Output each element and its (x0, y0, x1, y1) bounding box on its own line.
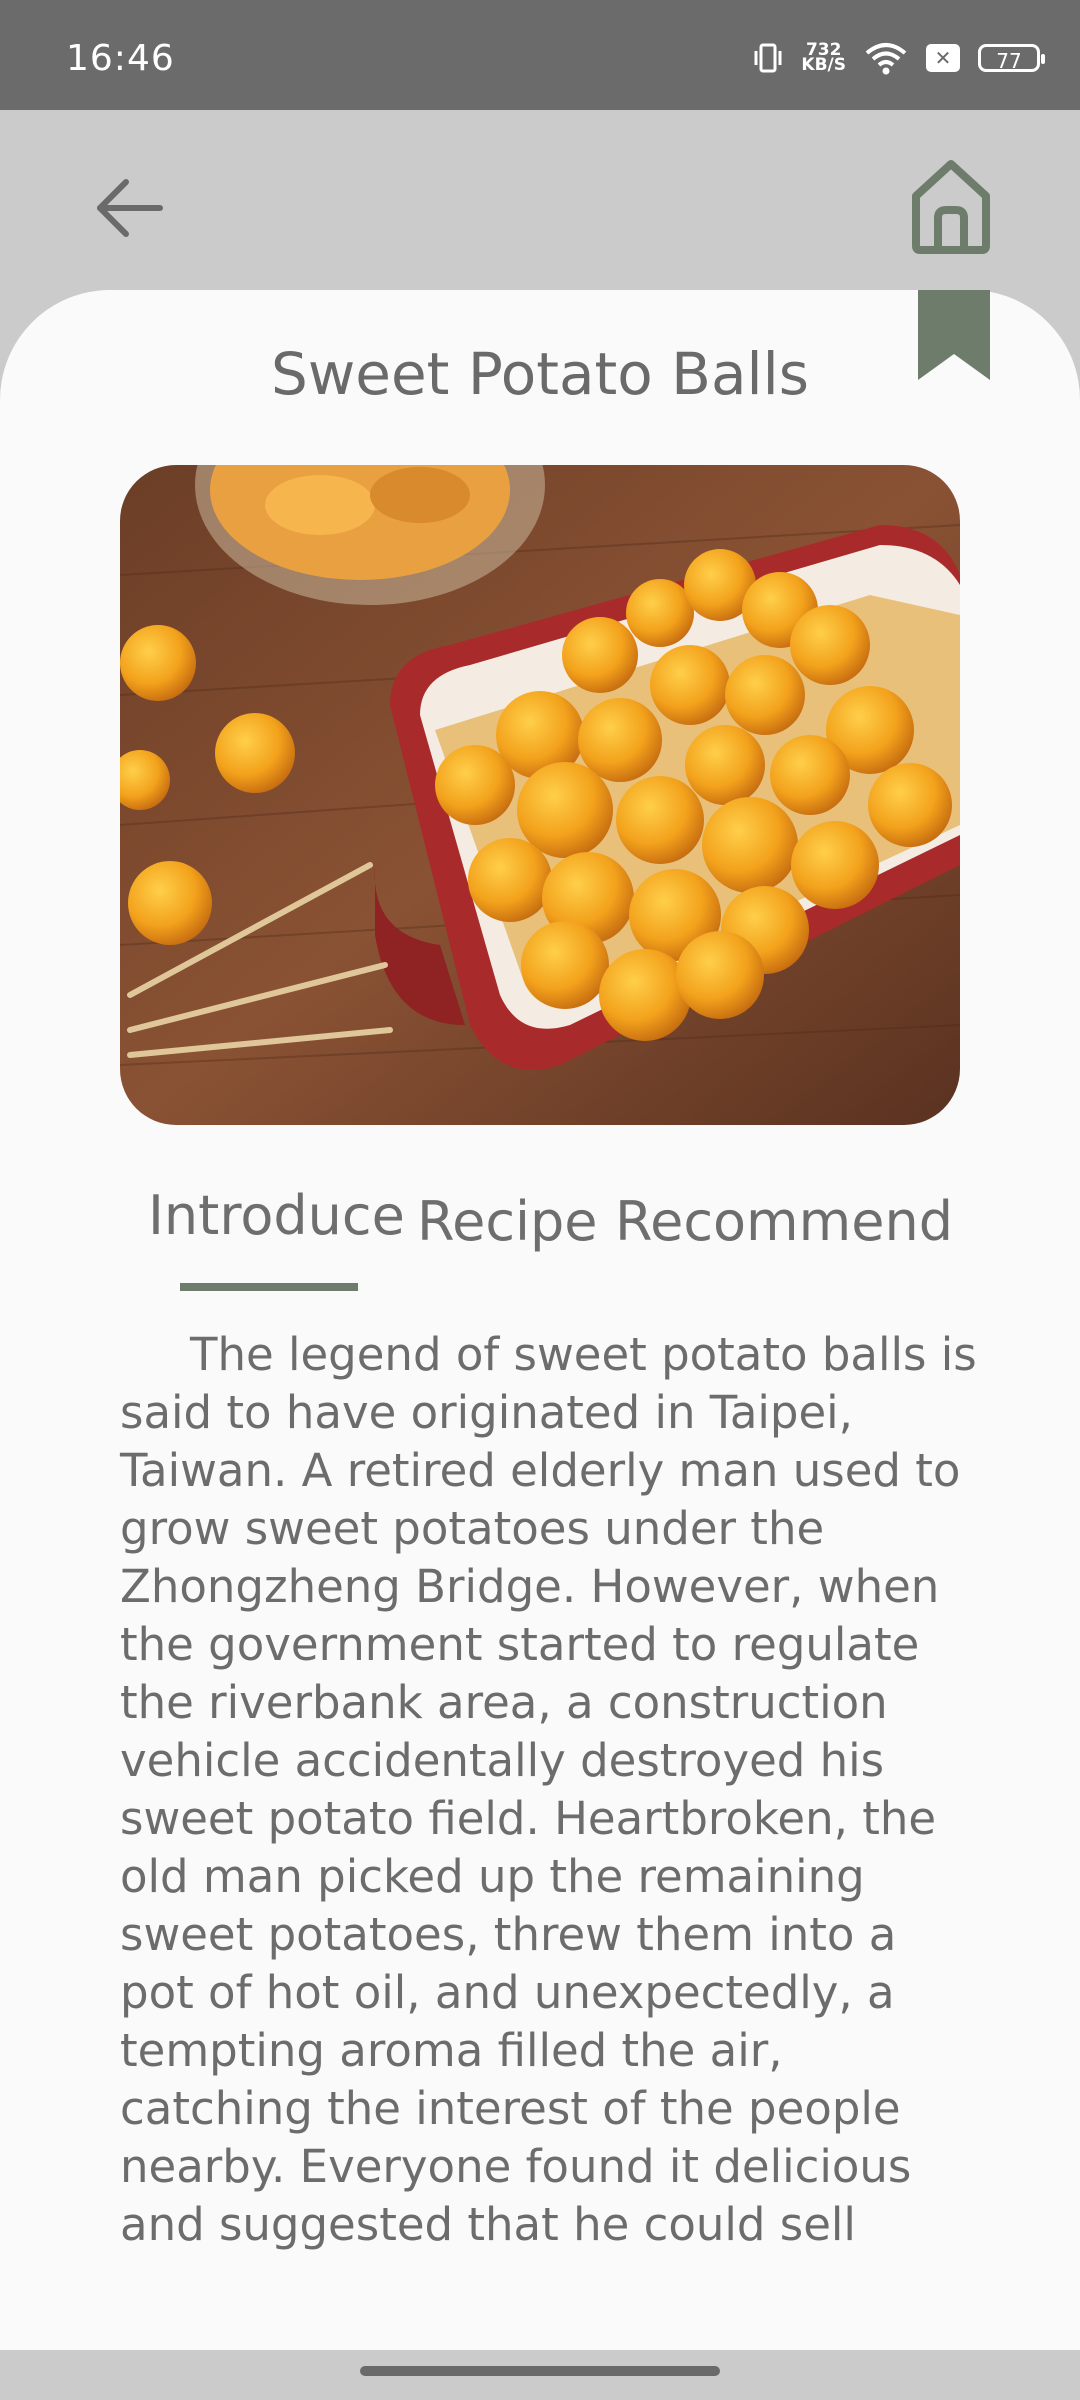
gesture-home-indicator[interactable] (360, 2366, 720, 2376)
wifi-icon (865, 43, 907, 75)
active-tab-indicator (180, 1283, 358, 1291)
vibrate-icon (754, 43, 782, 73)
home-button[interactable] (906, 156, 996, 256)
status-bar: 16:46 732 KB/S ✕ 77 (0, 0, 1080, 110)
recipe-image (120, 465, 960, 1125)
back-button[interactable] (90, 168, 170, 248)
tab-recommend[interactable]: Recommend (615, 1190, 953, 1253)
introduction-text: The legend of sweet potato balls is said… (120, 1328, 977, 2251)
battery-icon: 77 (978, 44, 1045, 73)
home-icon (912, 160, 990, 254)
app-header (0, 110, 1080, 290)
tab-introduce[interactable]: Introduce (148, 1184, 405, 1247)
no-sim-icon: ✕ (926, 44, 960, 72)
arrow-left-icon (97, 179, 163, 237)
recipe-tabs: Introduce Recipe Recommend (0, 1180, 1080, 1300)
network-speed: 732 KB/S (801, 42, 846, 75)
network-speed-unit: KB/S (801, 55, 846, 75)
status-time: 16:46 (66, 38, 175, 79)
status-icons: 732 KB/S ✕ 77 (753, 38, 1045, 78)
recipe-title: Sweet Potato Balls (271, 340, 809, 408)
tab-recipe[interactable]: Recipe (417, 1190, 598, 1253)
